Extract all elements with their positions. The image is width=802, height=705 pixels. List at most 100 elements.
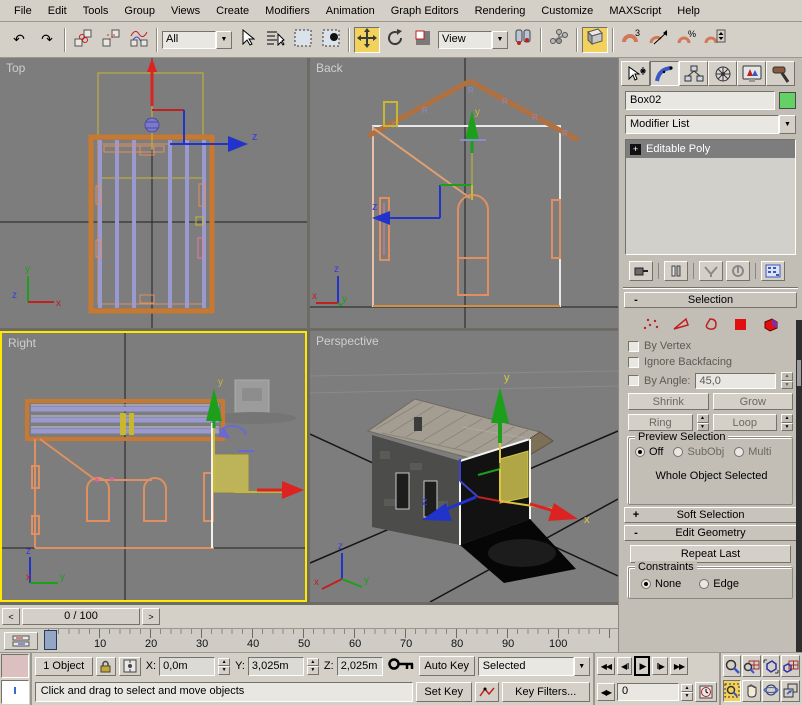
soft-selection-header[interactable]: + Soft Selection [624,507,797,523]
tab-motion[interactable] [708,61,737,86]
time-slider[interactable]: 0 / 100 [22,608,140,625]
spinner-snap-button[interactable] [702,27,728,53]
object-color-swatch[interactable] [779,92,796,109]
auto-key-button[interactable]: Auto Key [419,656,475,676]
select-object-button[interactable] [234,27,260,53]
tab-hierarchy[interactable] [679,61,708,86]
by-angle-spinner[interactable]: ▲▼ [781,372,793,389]
viewport-top[interactable]: Top [0,58,307,328]
viewport-back[interactable]: Back RRR RRR [310,58,618,328]
ring-spinner[interactable]: ▲▼ [697,414,709,431]
use-pivot-center-button[interactable] [510,27,536,53]
radio-icon[interactable] [635,447,645,457]
tab-utilities[interactable] [766,61,795,86]
viewport-top-label[interactable]: Top [6,61,25,75]
reference-coordinate-dropdown[interactable]: View ▼ [438,30,508,50]
play-button[interactable]: ▶ [634,656,650,676]
grow-button[interactable]: Grow [713,393,794,410]
vertex-mode-button[interactable] [639,314,663,334]
object-name-field[interactable]: Box02 [625,91,775,110]
spinner-up-icon[interactable]: ▲ [781,414,793,423]
viewport-right-active[interactable]: Right [0,331,307,602]
zoom-extents-all-button[interactable] [781,655,800,677]
selection-rollout-header[interactable]: - Selection [624,292,797,308]
preview-off-option[interactable]: Off [635,446,663,458]
time-slider-handle[interactable] [44,630,57,650]
angle-snap-toggle-button[interactable] [646,27,672,53]
pin-stack-button[interactable] [629,261,653,281]
spinner-down-icon[interactable]: ▼ [681,692,693,701]
frame-spinner[interactable]: ▲▼ [681,684,693,701]
menu-animation[interactable]: Animation [318,2,383,20]
previous-frame-button[interactable]: ◀‖ [617,657,632,675]
element-mode-button[interactable] [759,314,783,334]
key-mode-toggle-button[interactable]: ◀▶ [597,683,615,701]
constraint-edge-option[interactable]: Edge [699,578,739,590]
y-spinner[interactable]: ▲▼ [307,658,319,675]
zoom-button[interactable] [723,655,741,677]
modifier-list-dropdown[interactable]: Modifier List [625,115,779,134]
spinner-up-icon[interactable]: ▲ [218,658,230,667]
redo-button[interactable]: ↷ [34,27,60,53]
spinner-down-icon[interactable]: ▼ [781,381,793,390]
expand-icon[interactable]: + [630,144,641,155]
go-to-end-button[interactable]: ▶▶ [670,657,688,675]
macro-recorder-pane[interactable] [1,654,29,678]
arc-rotate-button[interactable] [762,680,780,702]
spinner-up-icon[interactable]: ▲ [781,372,793,381]
ignore-backfacing-checkbox[interactable] [628,357,639,368]
zoom-region-button[interactable] [723,680,741,702]
tab-display[interactable] [737,61,766,86]
time-configuration-button[interactable] [695,682,717,702]
time-slider-forward-button[interactable]: > [142,608,160,625]
menu-help[interactable]: Help [669,2,708,20]
zoom-all-button[interactable] [742,655,761,677]
spinner-down-icon[interactable]: ▼ [218,666,230,675]
constraint-none-option[interactable]: None [641,578,681,590]
by-vertex-checkbox[interactable] [628,341,639,352]
viewport-right-label[interactable]: Right [8,336,36,350]
selection-set-dropdown[interactable]: Selected ▼ [478,657,590,676]
scrollbar-thumb[interactable] [797,360,801,386]
shrink-button[interactable]: Shrink [628,393,709,410]
z-coordinate-field[interactable]: 2,025m [337,657,383,676]
polygon-mode-button[interactable] [729,314,753,334]
spinner-up-icon[interactable]: ▲ [697,414,709,423]
loop-button[interactable]: Loop [713,414,778,431]
menu-customize[interactable]: Customize [533,2,601,20]
spinner-up-icon[interactable]: ▲ [681,684,693,693]
menu-maxscript[interactable]: MAXScript [601,2,669,20]
select-and-manipulate-button[interactable] [546,27,572,53]
spinner-down-icon[interactable]: ▼ [697,423,709,432]
maximize-viewport-toggle-button[interactable] [781,680,800,702]
angle-snap-button[interactable]: 3 [618,27,644,53]
preview-subobj-option[interactable]: SubObj [673,446,724,458]
snap-toggle-3d-button[interactable] [582,27,608,53]
menu-file[interactable]: File [6,2,40,20]
radio-icon[interactable] [699,579,709,589]
menu-modifiers[interactable]: Modifiers [257,2,318,20]
chevron-down-icon[interactable]: ▼ [216,31,232,49]
loop-spinner[interactable]: ▲▼ [781,414,793,431]
modifier-stack[interactable]: + Editable Poly [625,139,796,255]
tab-modify[interactable] [650,61,679,86]
y-coordinate-field[interactable]: 3,025m [248,657,304,676]
make-unique-button[interactable] [699,261,723,281]
go-to-start-button[interactable]: ◀◀ [597,657,615,675]
chevron-down-icon[interactable]: ▼ [779,115,796,134]
key-filters-button[interactable]: Key Filters... [502,682,590,702]
select-and-rotate-button[interactable] [382,27,408,53]
radio-icon[interactable] [641,579,651,589]
by-angle-checkbox[interactable] [628,375,639,386]
track-bar-ruler[interactable]: 0 10 20 30 40 50 60 70 80 90 100 [44,629,612,653]
menu-tools[interactable]: Tools [75,2,117,20]
next-frame-button[interactable]: ‖▶ [652,657,667,675]
spinner-down-icon[interactable]: ▼ [307,666,319,675]
spinner-down-icon[interactable]: ▼ [781,423,793,432]
select-and-scale-button[interactable] [410,27,436,53]
new-key-default-inout-button[interactable] [475,682,499,702]
pan-button[interactable] [742,680,761,702]
by-angle-field[interactable]: 45,0 [695,373,776,389]
edge-mode-button[interactable] [669,314,693,334]
select-by-name-button[interactable] [262,27,288,53]
